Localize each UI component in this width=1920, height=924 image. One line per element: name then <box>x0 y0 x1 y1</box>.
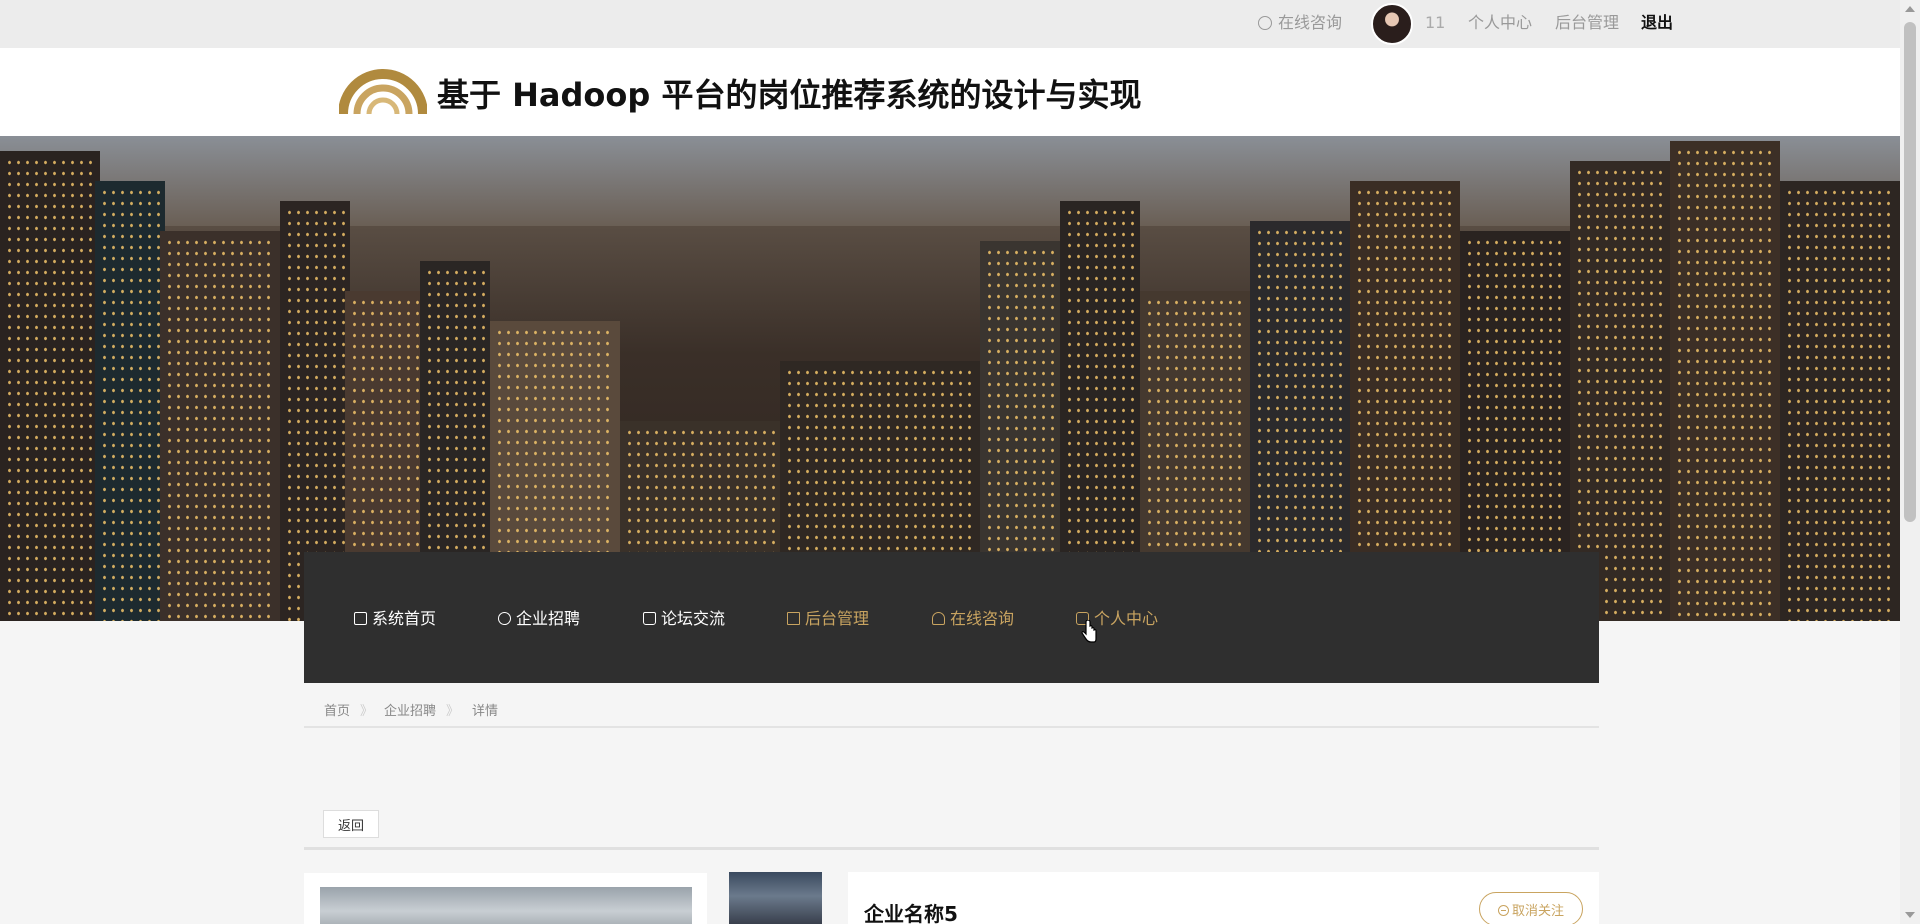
back-button[interactable]: 返回 <box>323 810 379 838</box>
company-thumbnail[interactable] <box>729 872 822 924</box>
scroll-down-arrow-icon[interactable] <box>1905 912 1915 918</box>
breadcrumb-current: 详情 <box>472 704 499 719</box>
company-main-image <box>320 887 692 924</box>
scrollbar-thumb[interactable] <box>1904 22 1916 522</box>
main-nav: 系统首页 企业招聘 论坛交流 后台管理 在线咨询 个人中心 <box>304 552 1599 683</box>
banner-building <box>0 151 100 621</box>
bag-icon <box>643 612 656 625</box>
scroll-up-arrow-icon[interactable] <box>1905 6 1915 12</box>
breadcrumb-home[interactable]: 首页 <box>324 700 350 719</box>
page-scrollbar[interactable] <box>1900 0 1920 924</box>
avatar[interactable] <box>1371 3 1413 45</box>
banner-building <box>1670 141 1780 621</box>
nav-item-home[interactable]: 系统首页 <box>354 608 436 630</box>
home-icon <box>354 612 367 625</box>
username: 11 <box>1425 13 1446 32</box>
logo-icon <box>339 69 427 115</box>
site-title: 基于 Hadoop 平台的岗位推荐系统的设计与实现 <box>437 76 1142 114</box>
breadcrumb-recruitment[interactable]: 企业招聘 <box>384 700 436 719</box>
consult-icon <box>1258 16 1272 30</box>
unfollow-button[interactable]: 取消关注 <box>1479 892 1583 924</box>
nav-item-forum[interactable]: 论坛交流 <box>643 608 725 630</box>
top-utility-bar: 在线咨询 11 个人中心 后台管理 退出 <box>0 0 1900 48</box>
company-image-card <box>304 873 707 924</box>
nav-item-admin[interactable]: 后台管理 <box>787 608 869 630</box>
person-icon <box>932 612 945 625</box>
banner-building <box>1780 181 1900 621</box>
city-banner-image <box>0 136 1900 621</box>
company-info-card: 企业名称5 取消关注 <box>848 872 1599 924</box>
top-consult-link[interactable]: 在线咨询 <box>1258 12 1342 34</box>
top-admin-link[interactable]: 后台管理 <box>1555 12 1619 34</box>
banner-building <box>160 231 280 621</box>
minus-circle-icon <box>1497 904 1509 916</box>
company-name: 企业名称5 <box>864 902 958 924</box>
detail-toolbar: 返回 <box>304 800 1599 850</box>
nav-item-recruitment[interactable]: 企业招聘 <box>498 608 580 630</box>
logout-link[interactable]: 退出 <box>1641 12 1673 34</box>
breadcrumb-separator: 》 <box>446 704 460 719</box>
nav-item-consult[interactable]: 在线咨询 <box>932 608 1014 630</box>
breadcrumb-separator: 》 <box>360 704 374 719</box>
star-icon <box>498 612 511 625</box>
breadcrumb: 首页 》 企业招聘 》 详情 <box>304 690 1599 728</box>
top-personal-center-link[interactable]: 个人中心 <box>1468 12 1532 34</box>
site-header: 基于 Hadoop 平台的岗位推荐系统的设计与实现 <box>0 48 1900 136</box>
list-icon <box>787 612 800 625</box>
banner-building <box>95 181 165 621</box>
